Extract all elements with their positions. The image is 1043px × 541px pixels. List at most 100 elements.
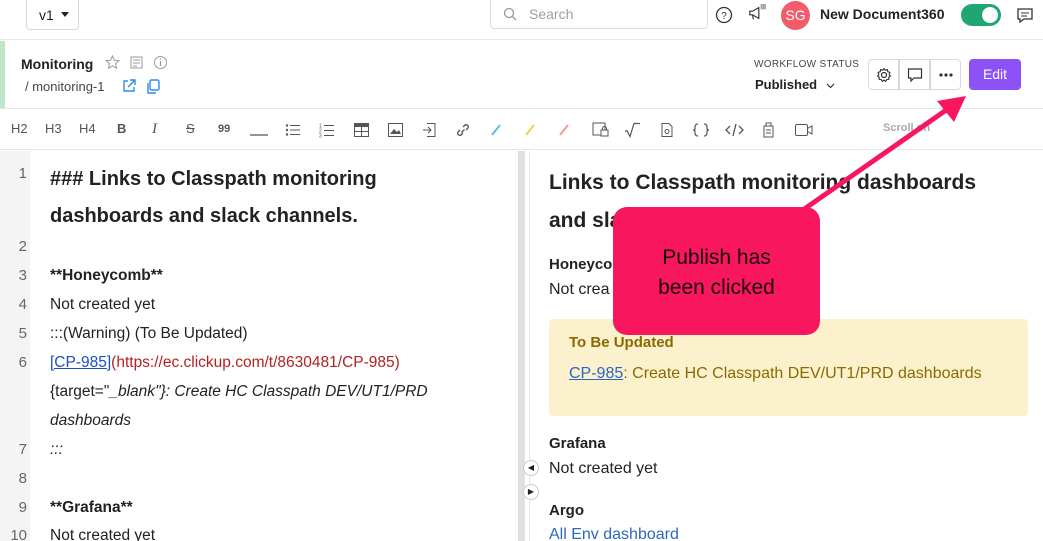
pane-splitter[interactable] <box>518 151 525 541</box>
line-number: 4 <box>18 296 27 313</box>
editor-text: _blank <box>109 383 156 400</box>
external-link-icon[interactable] <box>121 78 137 94</box>
annotation-callout: Publish has been clicked <box>613 207 820 335</box>
top-bar: v1 Search ? SG New Document360 <box>0 0 1043 40</box>
gear-icon <box>876 67 892 83</box>
preview-heading: Links to Classpath monitoring dashboards <box>549 171 977 194</box>
line-number: 10 <box>10 527 27 541</box>
line-number: 3 <box>18 267 27 284</box>
editor-line: ::: <box>50 441 63 458</box>
callout-body: : Create HC Classpath DEV/UT1/PRD dashbo… <box>623 365 982 382</box>
article-title: Monitoring <box>21 56 94 72</box>
project-toggle[interactable] <box>961 4 1001 26</box>
info-icon[interactable] <box>153 55 168 70</box>
heading3-button[interactable]: H3 <box>45 121 62 139</box>
editor-text: "}: Create HC Classpath DEV/UT1/PRD <box>155 383 428 400</box>
line-number: 5 <box>18 325 27 342</box>
editor-link-text[interactable]: [CP-985] <box>50 354 111 371</box>
chevron-down-icon <box>826 83 835 89</box>
more-icon <box>939 73 953 77</box>
image-icon[interactable] <box>388 121 403 139</box>
svg-text:3: 3 <box>319 134 322 140</box>
settings-button[interactable] <box>868 59 899 90</box>
document-icon[interactable] <box>130 56 143 69</box>
preview-honeycomb-text: Not crea <box>549 281 610 298</box>
bullet-list-icon[interactable] <box>285 121 300 139</box>
preview-grafana-text: Not created yet <box>549 460 658 477</box>
preview-argo-label: Argo <box>549 502 584 519</box>
bold-button[interactable]: B <box>117 121 126 139</box>
search-icon <box>503 7 517 21</box>
horizontal-rule-icon[interactable] <box>250 126 268 144</box>
line-number: 1 <box>18 165 27 182</box>
link-icon[interactable] <box>455 121 471 139</box>
status-indicator-bar <box>0 41 5 108</box>
workflow-status-dropdown[interactable]: Published <box>755 77 835 92</box>
edit-button[interactable]: Edit <box>969 59 1021 90</box>
line-number: 9 <box>18 499 27 516</box>
article-header: Monitoring / monitoring-1 WORKFLOW STATU… <box>0 41 1043 109</box>
line-number: 2 <box>18 238 27 255</box>
editor-text: {target=" <box>50 383 110 400</box>
italic-button[interactable]: I <box>152 121 157 139</box>
workflow-status-value: Published <box>755 77 818 92</box>
file-icon[interactable] <box>661 121 673 139</box>
strikethrough-button[interactable]: S <box>186 121 195 139</box>
announcement-icon[interactable] <box>746 4 768 22</box>
search-input[interactable]: Search <box>490 0 708 29</box>
editor-line: Not created yet <box>50 296 156 313</box>
callout-title: To Be Updated <box>569 334 674 351</box>
version-dropdown[interactable]: v1 <box>26 0 79 30</box>
annotation-line: Publish has <box>662 246 771 269</box>
more-options-button[interactable] <box>930 59 961 90</box>
editor-line: **Grafana** <box>50 499 133 516</box>
highlight-yellow-icon[interactable] <box>524 121 536 139</box>
editor-line: Not created yet <box>50 527 156 541</box>
editor-url: (https://ec.clickup.com/t/8630481/CP-985… <box>111 354 400 371</box>
quote-button[interactable]: 99 <box>218 123 230 141</box>
line-number: 6 <box>18 354 27 371</box>
heading4-button[interactable]: H4 <box>79 121 96 139</box>
insert-file-icon[interactable] <box>422 121 437 139</box>
callout-link[interactable]: CP-985 <box>569 365 623 382</box>
code-icon[interactable] <box>725 121 744 139</box>
markdown-editor[interactable]: 1 ### Links to Classpath monitoring dash… <box>0 151 520 541</box>
private-note-icon[interactable] <box>592 121 610 139</box>
avatar[interactable]: SG <box>781 1 810 30</box>
heading2-button[interactable]: H2 <box>11 121 28 139</box>
video-icon[interactable] <box>795 121 813 139</box>
editor-line: **Honeycomb** <box>50 267 163 284</box>
highlight-red-icon[interactable] <box>558 121 570 139</box>
star-icon[interactable] <box>105 55 120 70</box>
preview-grafana-label: Grafana <box>549 435 606 452</box>
editor-toolbar: H2 H3 H4 B I S 99 123 Scroll on <box>0 110 1043 150</box>
version-label: v1 <box>39 7 54 23</box>
article-slug: / monitoring-1 <box>25 79 105 94</box>
help-icon[interactable]: ? <box>715 6 733 24</box>
numbered-list-icon[interactable]: 123 <box>319 121 334 139</box>
editor-line: dashboards and slack channels. <box>50 205 358 227</box>
comments-button[interactable] <box>899 59 930 90</box>
scroll-sync-toggle[interactable]: Scroll on <box>883 122 930 134</box>
editor-line: ### Links to Classpath monitoring <box>50 168 377 190</box>
code-block-icon[interactable] <box>693 121 709 139</box>
line-number: 8 <box>18 470 27 487</box>
editor-line: [CP-985](https://ec.clickup.com/t/863048… <box>50 354 400 372</box>
chevron-down-icon <box>61 12 69 17</box>
snippet-icon[interactable] <box>761 121 776 139</box>
callout-text: CP-985: Create HC Classpath DEV/UT1/PRD … <box>569 365 982 383</box>
preview-argo-link[interactable]: All Env dashboard <box>549 526 679 541</box>
preview-honeycomb-label: Honeyco <box>549 256 613 273</box>
toggle-knob <box>982 7 998 23</box>
table-icon[interactable] <box>354 121 369 139</box>
workflow-status-label: WORKFLOW STATUS <box>754 59 860 70</box>
search-placeholder: Search <box>529 6 574 22</box>
comment-icon <box>907 68 923 83</box>
project-name[interactable]: New Document360 <box>820 6 944 22</box>
math-icon[interactable] <box>624 121 640 139</box>
copy-icon[interactable] <box>146 79 161 95</box>
svg-text:?: ? <box>721 11 727 22</box>
line-number: 7 <box>18 441 27 458</box>
highlight-blue-icon[interactable] <box>490 121 502 139</box>
comment-icon[interactable] <box>1016 6 1034 24</box>
